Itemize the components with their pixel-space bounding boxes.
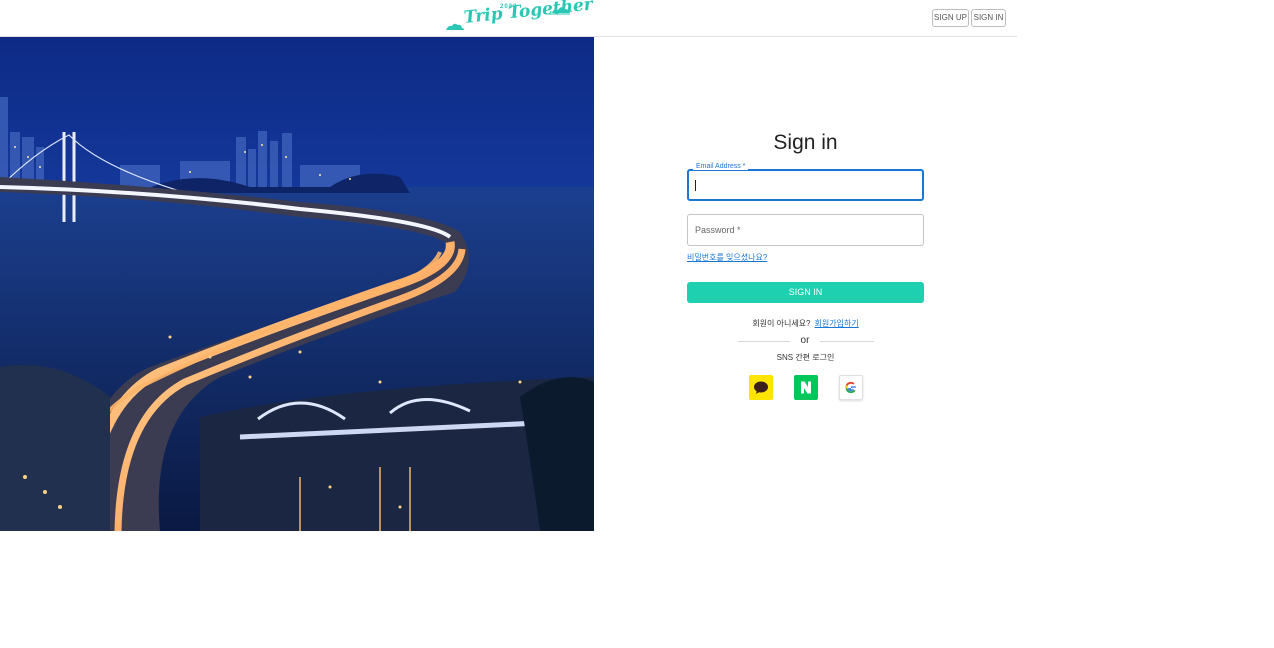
header-signup-button[interactable]: SIGN UP — [932, 9, 969, 27]
signin-submit-button[interactable]: SIGN IN — [687, 282, 924, 303]
top-app-bar: 2022 Trip Together SIGN UP SIGN IN — [0, 0, 1017, 37]
forgot-password-link[interactable]: 비밀번호를 잊으셨나요? — [687, 252, 767, 263]
no-account-row: 회원이 아니세요? 회원가입하기 — [687, 318, 924, 329]
header-signin-button[interactable]: SIGN IN — [971, 9, 1006, 27]
divider-right — [820, 341, 874, 342]
naver-n-icon — [801, 381, 811, 394]
email-label: Email Address * — [693, 163, 749, 170]
password-field[interactable]: Password * — [687, 214, 924, 246]
hero-bridge-image — [0, 37, 594, 531]
naver-login-button[interactable] — [794, 375, 818, 400]
kakao-talk-icon — [754, 381, 768, 394]
kakao-login-button[interactable] — [749, 375, 773, 400]
divider-or: or — [800, 335, 810, 346]
sns-login-label: SNS 간편 로그인 — [776, 353, 835, 362]
google-g-icon — [845, 381, 856, 394]
signin-title: Sign in — [773, 131, 838, 154]
no-account-text: 회원이 아니세요? — [752, 319, 811, 328]
password-placeholder: Password * — [695, 225, 741, 235]
text-caret — [695, 180, 696, 191]
email-field[interactable]: Email Address * — [687, 163, 924, 201]
google-login-button[interactable] — [839, 375, 863, 400]
register-link[interactable]: 회원가입하기 — [815, 319, 859, 328]
trip-together-logo[interactable]: 2022 Trip Together — [446, 0, 594, 33]
divider-left — [738, 341, 790, 342]
